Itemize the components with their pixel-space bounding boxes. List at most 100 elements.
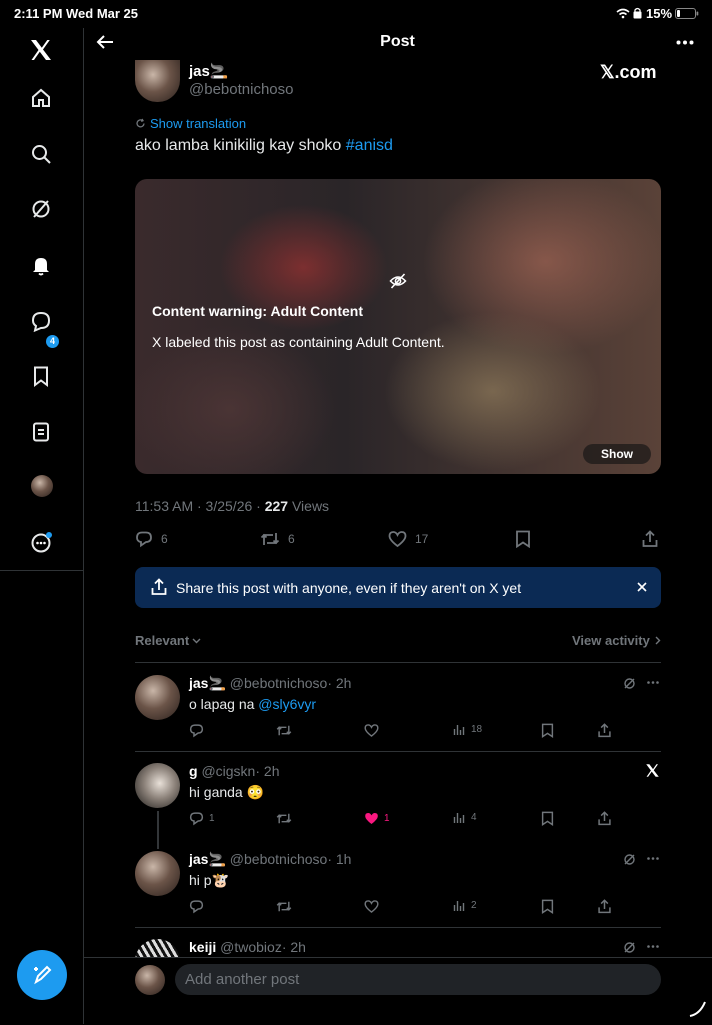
reply-button[interactable]: 6 xyxy=(135,530,168,548)
x-logo-icon xyxy=(645,763,660,778)
messages-icon[interactable] xyxy=(29,309,55,335)
composer-avatar xyxy=(135,965,165,995)
reply-avatar[interactable] xyxy=(135,851,180,896)
reply-text-body: o lapag na xyxy=(189,696,259,712)
views-button[interactable]: 4 xyxy=(453,811,477,824)
reply-author-name[interactable]: g xyxy=(189,763,198,779)
reply-item[interactable]: keiji @twobioz· 2h xyxy=(135,939,661,957)
reply-icon xyxy=(189,900,204,914)
status-date: Wed Mar 25 xyxy=(66,6,139,21)
like-button[interactable]: 1 xyxy=(364,811,390,826)
more-icon[interactable] xyxy=(676,40,694,45)
views-button[interactable]: 18 xyxy=(453,723,482,736)
bookmark-icon[interactable] xyxy=(541,811,554,826)
scroll-indicator xyxy=(688,998,708,1018)
reply-author-handle[interactable]: @twobioz xyxy=(220,939,282,955)
share-icon[interactable] xyxy=(597,899,612,914)
grok-icon[interactable] xyxy=(29,197,55,223)
notifications-icon[interactable] xyxy=(29,253,55,279)
compose-button[interactable] xyxy=(17,950,67,1000)
post-timestamp[interactable]: 11:53 AM · 3/25/26 · xyxy=(135,498,265,514)
reply-item[interactable]: jas🚬 @bebotnichoso· 2h o lapag na @sly6v… xyxy=(135,675,661,750)
bookmark-icon[interactable] xyxy=(541,899,554,914)
repost-icon xyxy=(260,530,280,548)
like-count: 1 xyxy=(384,813,390,824)
grok-icon[interactable] xyxy=(623,853,636,866)
grok-icon[interactable] xyxy=(623,941,636,954)
sidebar-divider xyxy=(0,570,83,571)
reply-button[interactable] xyxy=(189,899,204,914)
reply-header: jas🚬 @bebotnichoso· 2h xyxy=(189,675,351,692)
battery-icon xyxy=(675,8,699,19)
share-icon[interactable] xyxy=(641,530,659,548)
reply-more-icon[interactable] xyxy=(647,857,659,860)
like-button[interactable] xyxy=(364,723,379,738)
close-icon[interactable] xyxy=(636,581,648,593)
lists-icon[interactable] xyxy=(29,420,55,446)
share-icon[interactable] xyxy=(597,811,612,826)
reply-author-handle[interactable]: @bebotnichoso xyxy=(230,675,328,691)
reply-button[interactable] xyxy=(189,723,204,738)
bookmarks-icon[interactable] xyxy=(29,364,55,390)
sort-relevant-dropdown[interactable]: Relevant xyxy=(135,633,201,648)
media-content-warning[interactable]: Content warning: Adult Content X labeled… xyxy=(135,179,661,474)
lock-rotation-icon xyxy=(633,7,642,19)
repost-button[interactable] xyxy=(276,811,292,826)
views-count: 2 xyxy=(471,900,477,911)
view-activity-link[interactable]: View activity xyxy=(572,633,661,648)
reply-author-name[interactable]: keiji xyxy=(189,939,216,955)
views-icon xyxy=(453,725,465,735)
post-views-count: 227 xyxy=(264,498,289,514)
content-warning-title: Content warning: Adult Content xyxy=(152,303,363,319)
like-button[interactable] xyxy=(364,899,379,914)
page-title: Post xyxy=(380,33,415,50)
reply-text: hi p🐮 xyxy=(189,872,230,888)
reply-button[interactable]: 1 xyxy=(189,811,215,826)
views-count: 18 xyxy=(471,724,483,735)
thread-line xyxy=(157,811,159,849)
reply-mention[interactable]: @sly6vyr xyxy=(258,696,316,712)
content-warning-body: X labeled this post as containing Adult … xyxy=(152,334,445,350)
like-count: 17 xyxy=(415,532,429,546)
post-author-handle[interactable]: @bebotnichoso xyxy=(189,81,293,98)
home-icon[interactable] xyxy=(29,86,55,112)
reply-more-icon[interactable] xyxy=(647,945,659,948)
reply-avatar[interactable] xyxy=(135,763,180,808)
post-author-avatar[interactable] xyxy=(135,60,180,102)
repost-button[interactable]: 6 xyxy=(260,530,295,548)
more-options-icon[interactable] xyxy=(29,530,55,556)
reply-author-handle[interactable]: @bebotnichoso xyxy=(230,851,328,867)
add-post-input[interactable]: Add another post xyxy=(175,964,661,995)
reply-author-name[interactable]: jas🚬 xyxy=(189,675,226,691)
grok-icon[interactable] xyxy=(623,677,636,690)
share-banner-text: Share this post with anyone, even if the… xyxy=(176,580,522,596)
bookmark-icon[interactable] xyxy=(515,530,531,548)
show-media-button[interactable]: Show xyxy=(583,444,651,464)
status-time: 2:11 PM xyxy=(14,6,63,21)
reply-avatar[interactable] xyxy=(135,939,180,957)
repost-button[interactable] xyxy=(276,899,292,914)
reply-count: 6 xyxy=(161,532,168,546)
reply-author-name[interactable]: jas🚬 xyxy=(189,851,226,867)
reply-icon xyxy=(189,812,204,826)
reply-author-handle[interactable]: @cigskn xyxy=(201,763,255,779)
views-button[interactable]: 2 xyxy=(453,899,477,912)
like-button[interactable]: 17 xyxy=(388,530,428,548)
reply-item[interactable]: g @cigskn· 2h hi ganda 😳 1 1 4 xyxy=(135,763,661,849)
reply-avatar[interactable] xyxy=(135,675,180,720)
repost-button[interactable] xyxy=(276,723,292,738)
post-hashtag[interactable]: #anisd xyxy=(346,137,393,154)
reply-more-icon[interactable] xyxy=(647,681,659,684)
repost-icon xyxy=(276,901,292,912)
post-author-name[interactable]: jas🚬 xyxy=(189,62,229,80)
heart-filled-icon xyxy=(365,812,378,825)
profile-avatar[interactable] xyxy=(31,475,53,497)
divider xyxy=(135,927,661,928)
sort-relevant-label: Relevant xyxy=(135,633,190,648)
bookmark-icon[interactable] xyxy=(541,723,554,738)
post-views-label: Views xyxy=(288,498,330,514)
show-translation-link[interactable]: Show translation xyxy=(135,116,246,131)
search-icon[interactable] xyxy=(29,142,55,168)
reply-item[interactable]: jas🚬 @bebotnichoso· 1h hi p🐮 2 xyxy=(135,851,661,926)
share-icon[interactable] xyxy=(597,723,612,738)
